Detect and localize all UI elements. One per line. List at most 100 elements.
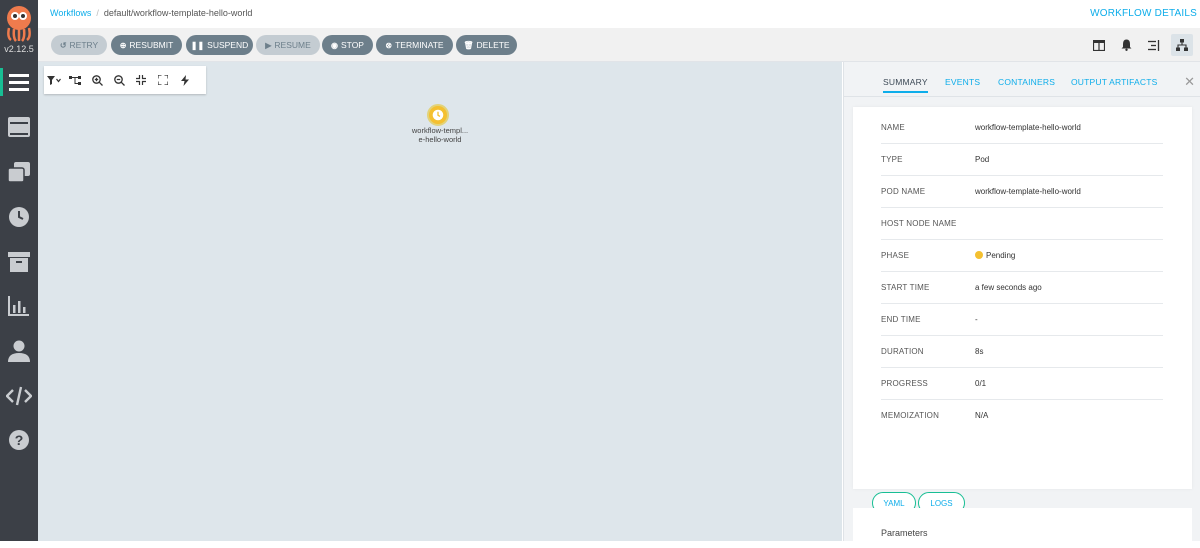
summary-row-phase: PHASE Pending (881, 239, 1163, 272)
phase-text: Pending (986, 251, 1016, 260)
sitemap-icon (1176, 39, 1188, 51)
terminate-button[interactable]: ⊗ TERMINATE (376, 35, 453, 55)
resume-label: RESUME (274, 40, 311, 50)
workflow-node-label-text: workflow-templ... e-hello-world (411, 126, 469, 144)
summary-card: NAME workflow-template-hello-world TYPE Po… (853, 107, 1192, 514)
tab-events[interactable]: EVENTS (945, 77, 980, 87)
summary-value: 8s (975, 347, 984, 356)
clock-icon (9, 207, 29, 227)
filter-button[interactable] (44, 66, 64, 94)
sitemap-icon (69, 75, 81, 85)
delete-button[interactable]: 🗑 DELETE (456, 35, 517, 55)
tab-summary[interactable]: SUMMARY (883, 77, 928, 93)
breadcrumb-workflows-link[interactable]: Workflows (50, 8, 91, 18)
layout-button[interactable] (64, 66, 86, 94)
summary-key: DURATION (881, 347, 924, 356)
parameters-card: Parameters (853, 508, 1192, 548)
compress-icon (136, 75, 146, 85)
pause-icon: ❚❚ (190, 40, 205, 50)
cluster-workflow-templates-icon (8, 162, 30, 182)
chart-icon (8, 296, 29, 316)
archive-icon (8, 252, 30, 272)
compress-button[interactable] (130, 66, 152, 94)
timeline-icon (1148, 39, 1160, 51)
zoom-out-button[interactable] (108, 66, 130, 94)
sidebar-item-reports[interactable] (0, 286, 38, 326)
resubmit-button[interactable]: ⊕ RESUBMIT (111, 35, 182, 55)
expand-button[interactable] (152, 66, 174, 94)
help-icon: ? (9, 430, 29, 450)
breadcrumb-separator: / (96, 8, 99, 18)
retry-icon: ↺ (59, 40, 67, 50)
svg-text:?: ? (15, 432, 24, 448)
code-icon (6, 386, 32, 406)
workflows-icon (9, 74, 29, 91)
argo-logo[interactable] (4, 4, 34, 42)
workflow-graph[interactable]: workflow-templ... e-hello-world (38, 62, 842, 541)
tab-containers[interactable]: CONTAINERS (998, 77, 1055, 87)
terminate-label: TERMINATE (395, 40, 444, 50)
stop-circle-icon: ◉ (331, 40, 338, 50)
timeline-view-button[interactable] (1143, 34, 1165, 56)
fast-render-button[interactable] (174, 66, 196, 94)
zoom-out-icon (113, 74, 125, 86)
sidebar-item-archived-workflows[interactable] (0, 242, 38, 282)
sidebar-item-user[interactable] (0, 331, 38, 371)
panel-tabs: SUMMARY EVENTS CONTAINERS OUTPUT ARTIFAC… (844, 62, 1200, 97)
sidebar-item-cron-workflows[interactable] (0, 197, 38, 237)
summary-row-end-time: END TIME - (881, 303, 1163, 336)
summary-key: POD NAME (881, 187, 926, 196)
close-icon[interactable]: ✕ (1184, 74, 1195, 90)
resume-button[interactable]: ▶ RESUME (256, 35, 320, 55)
pending-status-icon (975, 251, 983, 259)
workflow-node[interactable] (427, 104, 449, 126)
summary-key: TYPE (881, 155, 903, 164)
summary-row-start-time: START TIME a few seconds ago (881, 271, 1163, 304)
summary-value: 0/1 (975, 379, 987, 388)
retry-label: RETRY (69, 40, 99, 50)
clock-icon (432, 109, 444, 121)
version-label: v2.12.5 (4, 44, 34, 54)
summary-key: MEMOIZATION (881, 411, 940, 420)
top-header: Workflows / default/workflow-template-hell… (38, 0, 1200, 28)
summary-row-memoization: MEMOIZATION N/A (881, 399, 1163, 431)
retry-button[interactable]: ↺ RETRY (51, 35, 107, 55)
summary-value: workflow-template-hello-world (975, 123, 1081, 132)
columns-icon (1093, 39, 1105, 51)
plus-circle-icon: ⊕ (119, 40, 127, 50)
tab-output-artifacts[interactable]: OUTPUT ARTIFACTS (1071, 77, 1157, 87)
resubmit-label: RESUBMIT (129, 40, 174, 50)
summary-key: PROGRESS (881, 379, 928, 388)
zoom-in-icon (91, 74, 103, 86)
summary-row-type: TYPE Pod (881, 143, 1163, 176)
bolt-icon (181, 74, 189, 86)
summary-value: Pod (975, 155, 990, 164)
summary-row-progress: PROGRESS 0/1 (881, 367, 1163, 400)
sidebar-item-api-docs[interactable] (0, 376, 38, 416)
graph-view-button[interactable] (1171, 34, 1193, 56)
sidebar-item-cluster-workflow-templates[interactable] (0, 152, 38, 192)
page-title: WORKFLOW DETAILS (1090, 8, 1197, 19)
stop-label: STOP (340, 40, 364, 50)
bell-icon (1121, 39, 1131, 51)
trash-icon: 🗑 (463, 40, 474, 50)
user-icon (8, 340, 30, 362)
sidebar-item-help[interactable]: ? (0, 420, 38, 460)
summary-key: NAME (881, 123, 905, 132)
summary-key: PHASE (881, 251, 910, 260)
sidebar-item-workflow-templates[interactable] (0, 107, 38, 147)
zoom-in-button[interactable] (86, 66, 108, 94)
split-view-button[interactable] (1088, 34, 1110, 56)
node-details-panel: SUMMARY EVENTS CONTAINERS OUTPUT ARTIFAC… (843, 62, 1200, 548)
sidebar-item-workflows[interactable] (0, 62, 38, 102)
suspend-button[interactable]: ❚❚ SUSPEND (186, 35, 253, 55)
summary-row-pod-name: POD NAME workflow-template-hello-world (881, 175, 1163, 208)
filter-icon (47, 75, 61, 85)
breadcrumb: Workflows / default/workflow-template-hell… (50, 8, 252, 18)
times-circle-icon: ⊗ (385, 40, 393, 50)
workflow-templates-icon (8, 117, 30, 137)
action-toolbar: ↺ RETRY ⊕ RESUBMIT ❚❚ SUSPEND ▶ RESUME ◉ STOP… (38, 28, 1200, 62)
stop-button[interactable]: ◉ STOP (322, 35, 373, 55)
events-button[interactable] (1115, 34, 1137, 56)
graph-toolbar (44, 66, 206, 94)
